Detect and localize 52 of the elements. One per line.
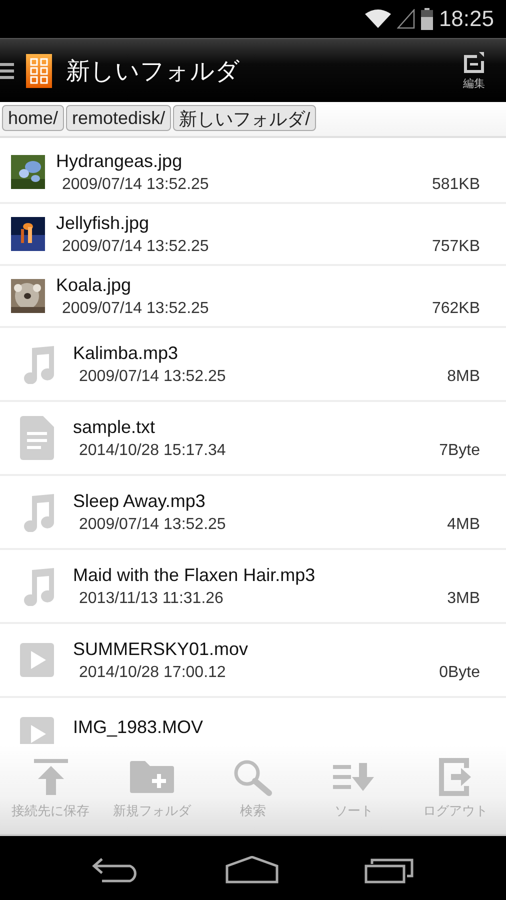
breadcrumb[interactable]: home/	[2, 105, 64, 131]
file-row[interactable]: Jellyfish.jpg 2009/07/14 13:52.25 757KB	[0, 204, 506, 266]
edit-button[interactable]: 編集	[462, 50, 486, 90]
file-row[interactable]: Hydrangeas.jpg 2009/07/14 13:52.25 581KB	[0, 142, 506, 204]
file-date: 2014/10/28 17:00.12	[78, 664, 227, 682]
menu-icon[interactable]	[0, 60, 14, 80]
folder-plus-icon	[130, 758, 174, 796]
file-name: Hydrangeas.jpg	[56, 150, 184, 172]
battery-icon	[420, 8, 433, 30]
app-logo-icon	[26, 54, 52, 88]
file-date: 2009/07/14 13:52.25	[78, 516, 227, 534]
file-name: IMG_1983.MOV	[73, 717, 204, 738]
file-row[interactable]: Koala.jpg 2009/07/14 13:52.25 762KB	[0, 266, 506, 328]
wifi-icon	[364, 9, 391, 29]
file-name: Koala.jpg	[56, 274, 132, 296]
upload-icon	[34, 758, 68, 796]
play-icon	[20, 643, 54, 677]
file-date: 2014/10/28 15:17.34	[78, 442, 227, 460]
file-size: 7Byte	[439, 442, 480, 460]
home-icon[interactable]	[224, 856, 279, 884]
folder-title: 新しいフォルダ	[66, 56, 241, 86]
breadcrumb[interactable]: remotedisk/	[66, 105, 172, 131]
file-row[interactable]: sample.txt 2014/10/28 15:17.34 7Byte	[0, 402, 506, 476]
signal-icon	[396, 9, 415, 29]
document-icon	[20, 416, 54, 460]
file-date: 2009/07/14 13:52.25	[61, 238, 210, 256]
clock: 18:25	[438, 6, 494, 32]
file-size: 762KB	[432, 300, 480, 318]
file-name: sample.txt	[73, 416, 156, 438]
file-row[interactable]: Maid with the Flaxen Hair.mp3 2013/11/13 11:31.26 3MB	[0, 550, 506, 624]
file-name: Maid with the Flaxen Hair.mp3	[73, 564, 316, 586]
file-size: 3MB	[447, 590, 480, 608]
logout-icon	[439, 758, 472, 796]
file-row[interactable]: Kalimba.mp3 2009/07/14 13:52.25 8MB	[0, 328, 506, 402]
file-size: 4MB	[447, 516, 480, 534]
file-row[interactable]: SUMMERSKY01.mov 2014/10/28 17:00.12 0Byte	[0, 624, 506, 698]
file-name: Kalimba.mp3	[73, 342, 180, 364]
file-date: 2009/07/14 13:52.25	[61, 176, 210, 194]
file-size: 8MB	[447, 368, 480, 386]
recent-apps-icon[interactable]	[364, 856, 414, 884]
file-size: 581KB	[432, 176, 480, 194]
file-name: Sleep Away.mp3	[73, 490, 206, 512]
file-size: 0Byte	[439, 664, 480, 682]
file-row[interactable]: Sleep Away.mp3 2009/07/14 13:52.25 4MB	[0, 476, 506, 550]
breadcrumb[interactable]: 新しいフォルダ/	[173, 105, 316, 131]
file-size: 757KB	[432, 238, 480, 256]
search-icon	[232, 758, 273, 796]
file-date: 2009/07/14 13:52.25	[61, 300, 210, 318]
file-name: SUMMERSKY01.mov	[73, 638, 250, 660]
file-name: Jellyfish.jpg	[56, 212, 150, 234]
file-date: 2009/07/14 13:52.25	[78, 368, 227, 386]
file-date: 2013/11/13 11:31.26	[78, 590, 224, 608]
